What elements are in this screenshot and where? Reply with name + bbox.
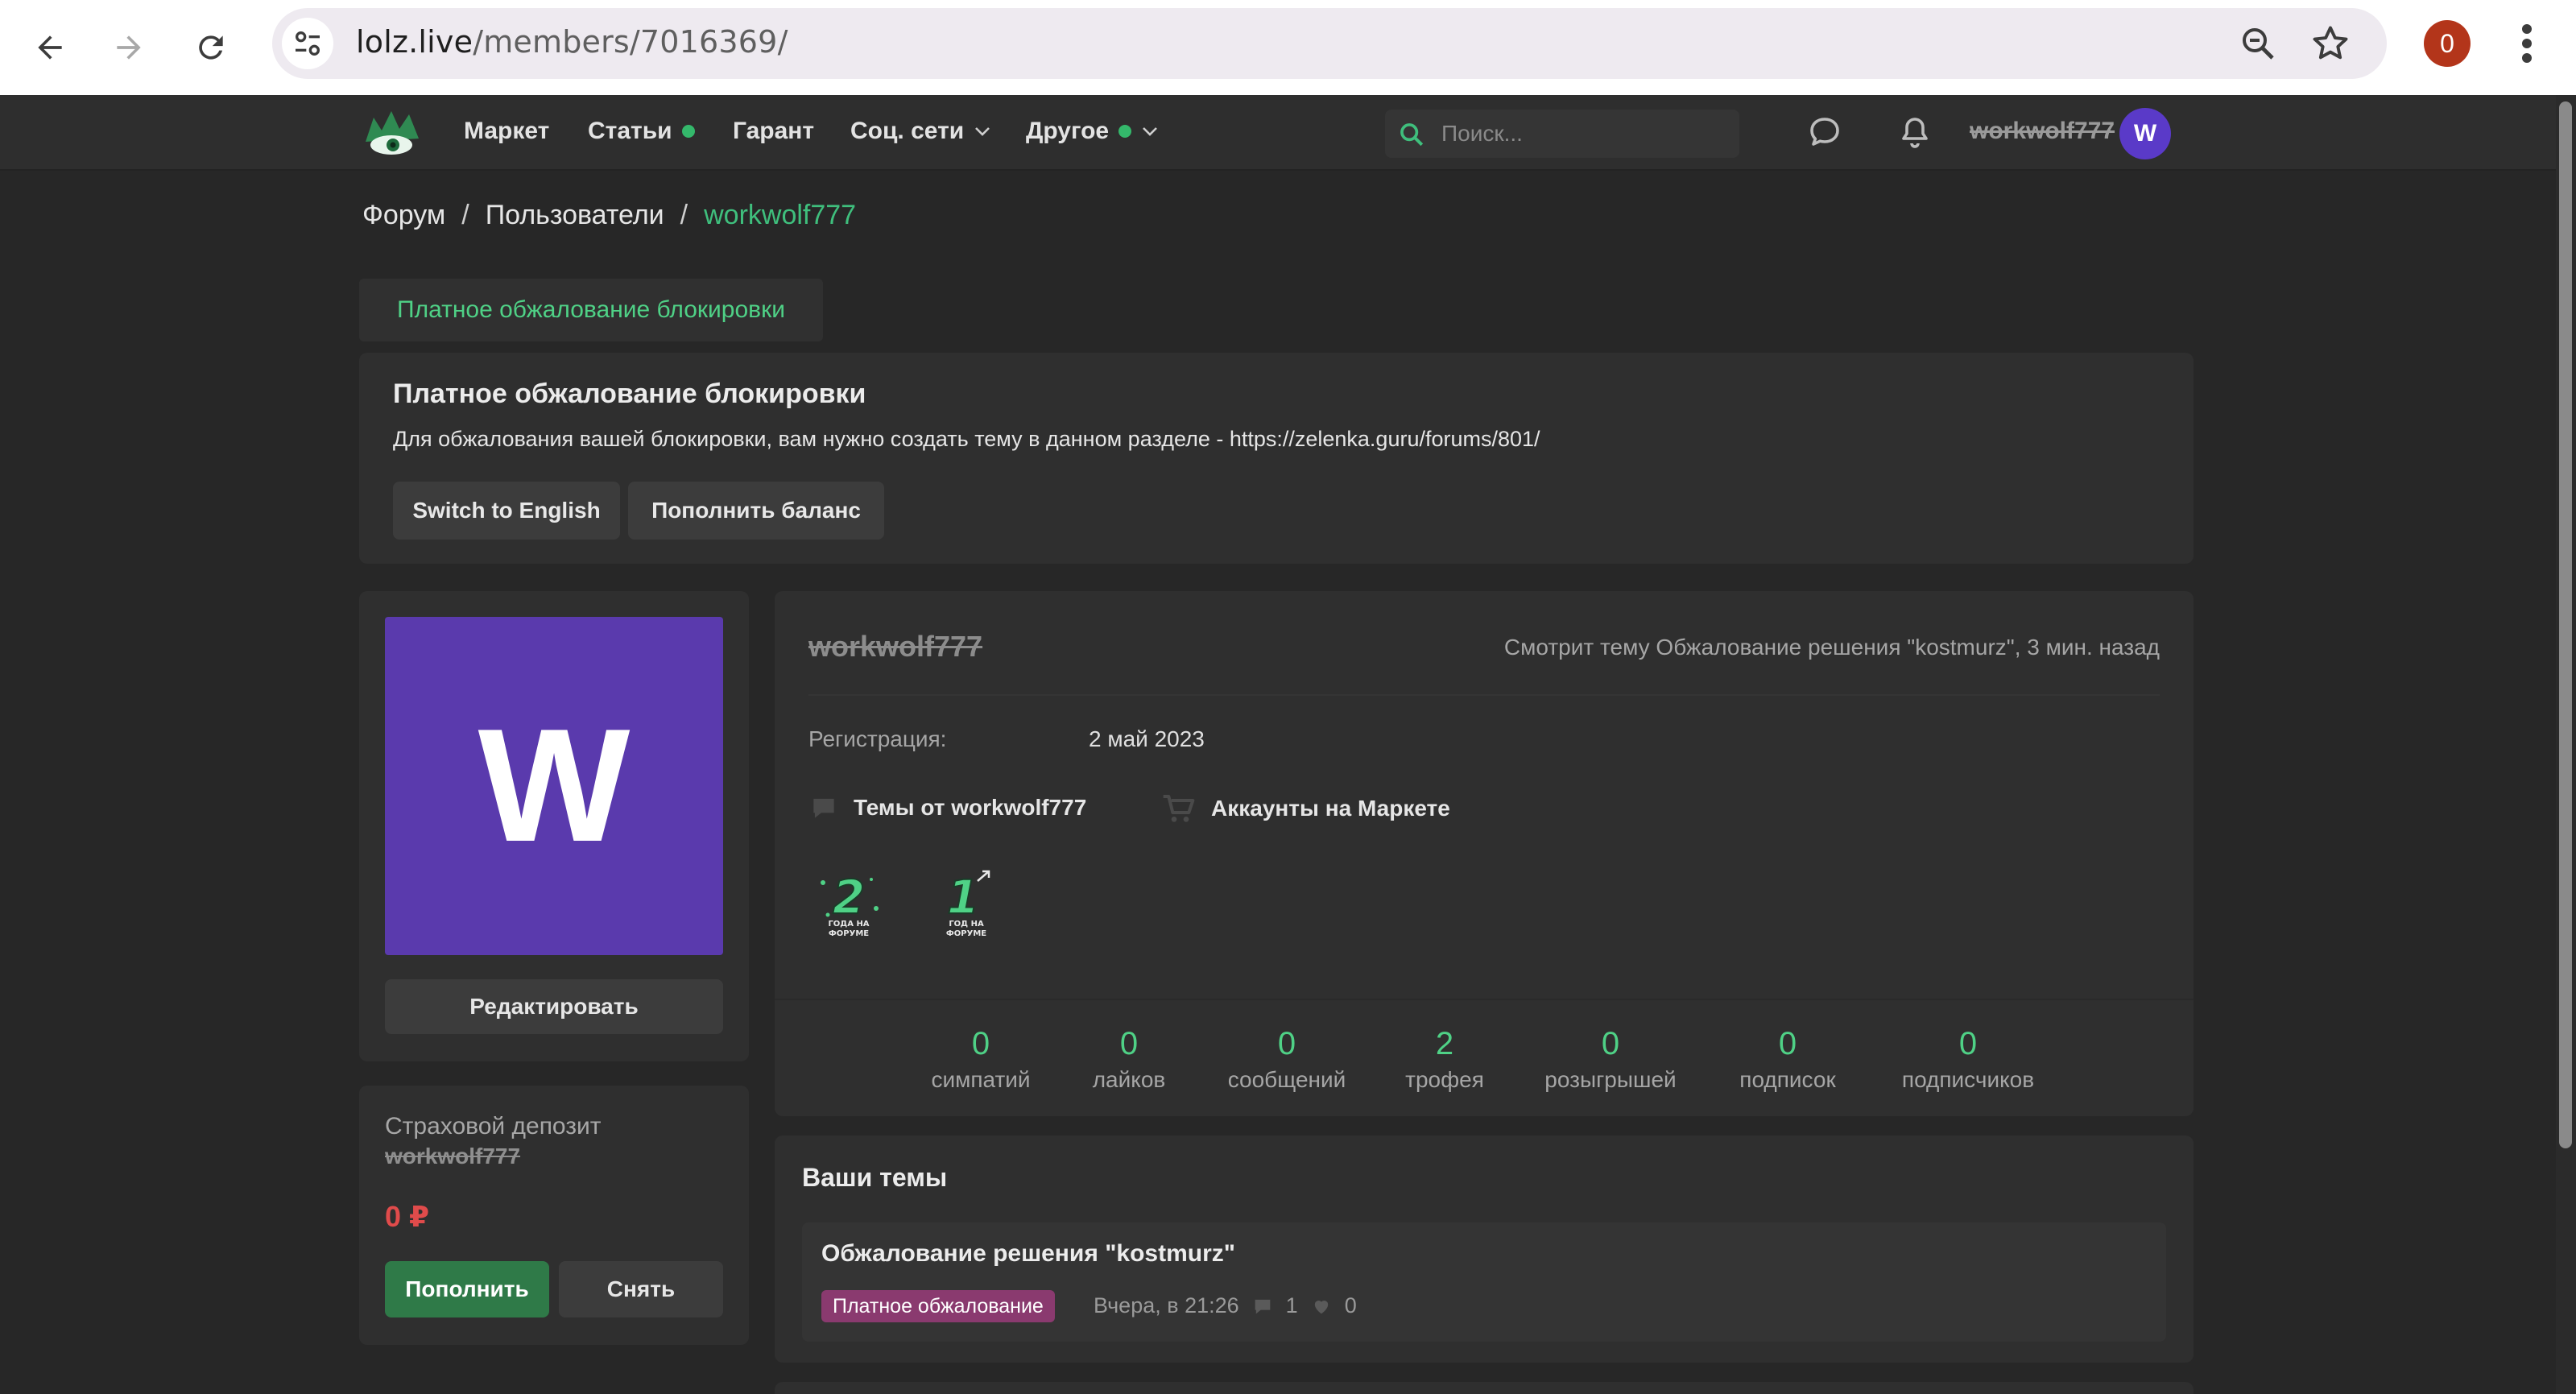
- chat-bubble-icon: [813, 798, 834, 818]
- trophy-two-years-icon[interactable]: 2 ГОДА НА ФОРУМЕ: [812, 863, 886, 941]
- stat-sympathies[interactable]: 0 симпатий: [931, 1026, 1030, 1093]
- header-avatar[interactable]: W: [2119, 108, 2171, 159]
- url-text[interactable]: lolz.live/members/7016369/: [356, 24, 788, 60]
- nav-articles[interactable]: Статьи: [588, 118, 695, 145]
- user-threads-link[interactable]: Темы от workwolf777: [808, 792, 1086, 823]
- stat-likes[interactable]: 0 лайков: [1093, 1026, 1166, 1093]
- registration-label: Регистрация:: [808, 726, 947, 751]
- thread-reply-count: 1: [1285, 1293, 1298, 1317]
- cart-icon: [1163, 795, 1195, 822]
- stat-giveaways[interactable]: 0 розыгрышей: [1544, 1026, 1676, 1093]
- notifications-bell-icon[interactable]: [1896, 113, 1934, 151]
- next-card-edge: [775, 1382, 2194, 1394]
- thread-prefix-badge[interactable]: Платное обжалование: [821, 1290, 1055, 1322]
- site-header: Маркет Статьи Гарант Соц. сети Другое wo…: [0, 95, 2556, 171]
- edit-profile-button[interactable]: Редактировать: [385, 979, 723, 1034]
- svg-text:ФОРУМЕ: ФОРУМЕ: [946, 929, 986, 938]
- nav-other[interactable]: Другое: [1026, 118, 1159, 145]
- deposit-username: workwolf777: [385, 1144, 521, 1169]
- replies-icon: [1255, 1299, 1270, 1313]
- nav-market[interactable]: Маркет: [464, 118, 549, 145]
- forward-button[interactable]: [97, 15, 161, 80]
- breadcrumb-separator: /: [461, 200, 469, 230]
- breadcrumb-users[interactable]: Пользователи: [486, 200, 664, 231]
- chevron-down-icon: [1143, 127, 1158, 136]
- new-indicator-dot: [681, 125, 695, 138]
- profile-activity-status[interactable]: Смотрит тему Обжалование решения "kostmu…: [1504, 635, 2160, 660]
- top-up-balance-button[interactable]: Пополнить баланс: [628, 482, 884, 540]
- forward-arrow-icon: [117, 35, 141, 60]
- browser-toolbar: lolz.live/members/7016369/ 0: [0, 0, 2576, 95]
- search-input[interactable]: [1441, 118, 1723, 150]
- thread-meta: Вчера, в 21:26 1 0: [1094, 1293, 1357, 1318]
- breadcrumb-forum[interactable]: Форум: [362, 200, 445, 231]
- trophy-one-year-icon[interactable]: 1 ГОД НА ФОРУМЕ: [929, 863, 1003, 941]
- search-field[interactable]: [1385, 110, 1739, 158]
- back-button[interactable]: [18, 15, 82, 80]
- registration-date: 2 май 2023: [1089, 726, 1205, 751]
- thread-item[interactable]: Обжалование решения "kostmurz" Платное о…: [802, 1222, 2166, 1342]
- stat-followers[interactable]: 0 подписчиков: [1902, 1026, 2034, 1093]
- svg-text:1: 1: [947, 870, 979, 925]
- deposit-card: Страховой депозит workwolf777 0 ₽ Пополн…: [359, 1086, 749, 1345]
- breadcrumb-separator: /: [680, 200, 688, 230]
- notice-text: Для обжалования вашей блокировки, вам ну…: [393, 427, 1540, 451]
- notice-block: Платное обжалование блокировки Для обжал…: [359, 353, 2194, 564]
- svg-text:ФОРУМЕ: ФОРУМЕ: [829, 929, 869, 938]
- svg-text:ГОДА НА: ГОДА НА: [828, 920, 869, 929]
- new-indicator-dot: [1118, 125, 1132, 138]
- notice-title: Платное обжалование блокировки: [393, 378, 866, 409]
- chevron-down-icon: [975, 127, 990, 136]
- browser-profile-button[interactable]: 0: [2424, 20, 2471, 67]
- stat-trophies[interactable]: 2 трофея: [1405, 1026, 1484, 1093]
- search-icon: [1400, 123, 1424, 147]
- zoom-icon[interactable]: [2239, 24, 2277, 63]
- conversations-icon[interactable]: [1805, 113, 1844, 151]
- breadcrumb: Форум / Пользователи / workwolf777: [362, 200, 856, 231]
- thread-date: Вчера, в 21:26: [1094, 1293, 1239, 1317]
- heart-icon: [1314, 1300, 1328, 1313]
- profile-username: workwolf777: [808, 630, 983, 663]
- thread-like-count: 0: [1344, 1293, 1357, 1317]
- nav-social[interactable]: Соц. сети: [850, 118, 991, 145]
- back-arrow-icon: [38, 35, 62, 60]
- svg-text:ГОД НА: ГОД НА: [949, 920, 984, 929]
- stat-subscriptions[interactable]: 0 подписок: [1739, 1026, 1835, 1093]
- site-logo-icon[interactable]: [362, 106, 422, 159]
- divider: [775, 999, 2194, 1000]
- scrollbar-thumb[interactable]: [2559, 101, 2572, 1148]
- profile-avatar[interactable]: W: [385, 617, 723, 955]
- tune-icon: [296, 31, 320, 56]
- stat-messages[interactable]: 0 сообщений: [1228, 1026, 1346, 1093]
- browser-menu-icon[interactable]: [2509, 21, 2545, 66]
- deposit-button[interactable]: Пополнить: [385, 1261, 549, 1317]
- your-threads-card: Ваши темы Обжалование решения "kostmurz"…: [775, 1135, 2194, 1363]
- svg-text:2: 2: [833, 870, 865, 925]
- address-bar[interactable]: lolz.live/members/7016369/: [272, 8, 2387, 79]
- reload-icon: [199, 35, 223, 60]
- header-username[interactable]: workwolf777: [1970, 118, 2115, 145]
- profile-card: workwolf777 Смотрит тему Обжалование реш…: [775, 591, 2194, 1116]
- bookmark-star-icon[interactable]: [2309, 23, 2351, 64]
- reload-button[interactable]: [179, 15, 243, 80]
- nav-guarantor[interactable]: Гарант: [733, 118, 814, 145]
- paid-appeal-tab[interactable]: Платное обжалование блокировки: [359, 279, 823, 341]
- avatar-card: W Редактировать: [359, 591, 749, 1061]
- breadcrumb-current[interactable]: workwolf777: [704, 200, 856, 231]
- site-info-button[interactable]: [282, 18, 333, 69]
- threads-heading: Ваши темы: [802, 1163, 948, 1192]
- divider: [808, 694, 2160, 696]
- thread-title[interactable]: Обжалование решения "kostmurz": [821, 1240, 1235, 1268]
- deposit-title: Страховой депозит: [385, 1113, 602, 1140]
- market-accounts-link[interactable]: Аккаунты на Маркете: [1160, 792, 1450, 825]
- withdraw-button[interactable]: Снять: [559, 1261, 723, 1317]
- deposit-amount: 0 ₽: [385, 1200, 430, 1233]
- switch-language-button[interactable]: Switch to English: [393, 482, 620, 540]
